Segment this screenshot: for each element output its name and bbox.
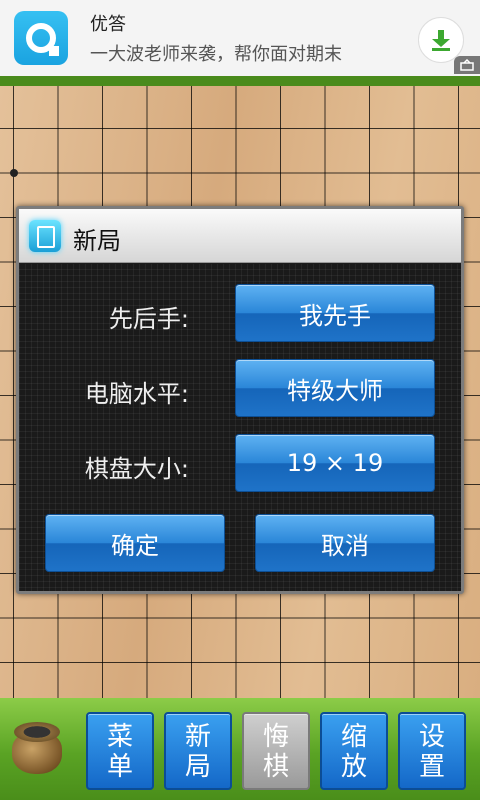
turn-order-label: 先后手: [108,305,189,333]
settings-label-top: 设 [418,722,445,752]
zoom-label-top: 缩 [340,722,367,752]
new-game-dialog: 新局 先后手: 我先手 电脑水平: 特级大师 棋盘大小: 19 × 19 确定 … [16,206,464,594]
undo-label-bottom: 棋 [262,752,289,782]
new-game-button[interactable]: 新 局 [164,712,232,790]
turn-order-button[interactable]: 我先手 [235,284,435,342]
ad-subtitle: 一大波老师来袭，帮你面对期末 [90,44,342,65]
youda-logo-icon [14,11,68,65]
new-game-label-bottom: 局 [184,752,211,782]
dialog-title: 新局 [73,227,121,255]
menu-button[interactable]: 菜 单 [86,712,154,790]
banner-divider [0,76,480,86]
ai-level-button[interactable]: 特级大师 [235,359,435,417]
ad-banner[interactable]: 优答 一大波老师来袭，帮你面对期末 [0,0,480,76]
settings-button[interactable]: 设 置 [398,712,466,790]
cancel-button[interactable]: 取消 [255,514,435,572]
undo-button[interactable]: 悔 棋 [242,712,310,790]
zoom-label-bottom: 放 [340,752,367,782]
ad-title: 优答 [90,14,126,35]
board-size-button[interactable]: 19 × 19 [235,434,435,492]
ai-level-label: 电脑水平: [84,380,189,408]
dialog-header: 新局 [19,209,461,263]
board-star-point [10,169,18,177]
go-stone-pot-icon[interactable] [12,722,62,776]
confirm-button[interactable]: 确定 [45,514,225,572]
menu-label-bottom: 单 [106,752,133,782]
undo-label-top: 悔 [262,722,289,752]
new-game-icon [29,220,61,252]
board-size-label: 棋盘大小: [84,455,189,483]
zoom-button[interactable]: 缩 放 [320,712,388,790]
menu-label-top: 菜 [106,722,133,752]
dialog-body: 先后手: 我先手 电脑水平: 特级大师 棋盘大小: 19 × 19 确定 取消 [19,264,461,591]
new-game-label-top: 新 [184,722,211,752]
ad-badge-icon [454,56,480,74]
settings-label-bottom: 置 [418,752,445,782]
